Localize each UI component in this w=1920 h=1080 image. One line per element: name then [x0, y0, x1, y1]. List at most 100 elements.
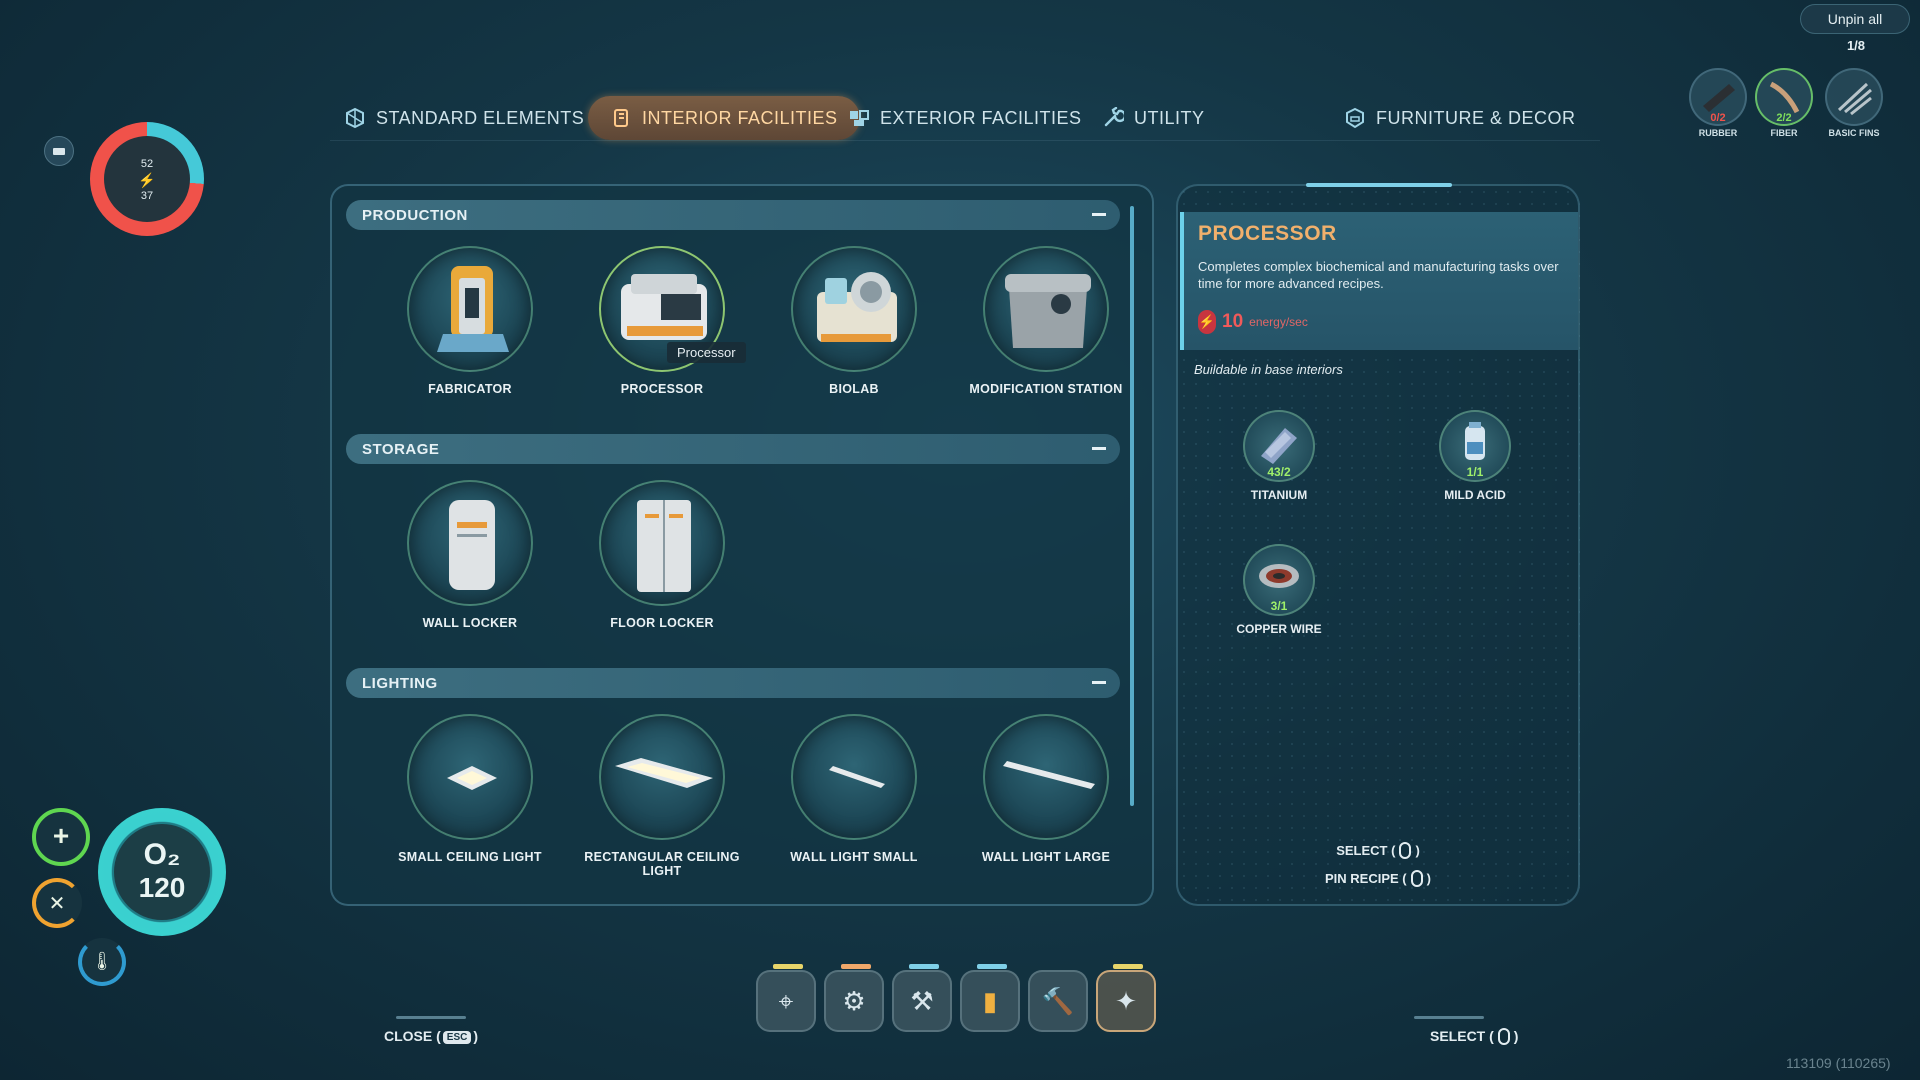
- floor-locker-icon: [599, 480, 725, 606]
- oxygen-gauge: O₂ 120: [98, 808, 226, 936]
- ingredient-name: MILD ACID: [1444, 488, 1506, 502]
- standard-elements-icon: [344, 107, 366, 129]
- food-icon: ✕: [32, 878, 82, 928]
- rubber-icon: 0/2: [1689, 68, 1747, 126]
- hotbar-slot-hammer[interactable]: 🔨: [1028, 970, 1088, 1032]
- close-tick: [396, 1016, 466, 1019]
- hotbar-slot-battery[interactable]: ▮: [960, 964, 1020, 1032]
- biolab-icon: [791, 246, 917, 372]
- recipe-label: PROCESSOR: [620, 382, 704, 396]
- recipe-fabricator[interactable]: FABRICATOR: [375, 246, 565, 396]
- small-ceiling-light-icon: [407, 714, 533, 840]
- pinned-name: RUBBER: [1698, 128, 1738, 138]
- section-title: LIGHTING: [362, 674, 438, 692]
- tab-divider: [330, 140, 1600, 141]
- mild-acid-icon: 1/1: [1439, 410, 1511, 482]
- energy-value: 10: [1222, 311, 1244, 332]
- category-tabs: STANDARD ELEMENTS INTERIOR FACILITIES EX…: [330, 92, 1600, 142]
- energy-icon: ⚡: [138, 172, 156, 188]
- tab-label: STANDARD ELEMENTS: [376, 107, 585, 128]
- oxygen-value: 120: [138, 872, 186, 903]
- ingredient-copper-wire: 3/1 COPPER WIRE: [1224, 544, 1334, 636]
- recipe-small-ceiling-light[interactable]: SMALL CEILING LIGHT: [375, 714, 565, 864]
- health-bottom-value: 37: [140, 190, 154, 202]
- select-hint[interactable]: SELECT (): [1178, 842, 1578, 859]
- collapse-icon[interactable]: [1092, 213, 1106, 216]
- health-ring: 52 ⚡ 37: [90, 122, 204, 236]
- select-tick: [1414, 1016, 1484, 1019]
- section-header-storage[interactable]: STORAGE: [346, 434, 1120, 464]
- energy-unit: energy/sec: [1249, 315, 1308, 329]
- scanner-icon: ⌖: [778, 986, 794, 1016]
- pin-recipe-hint[interactable]: PIN RECIPE (): [1178, 870, 1578, 887]
- exterior-facilities-icon: [848, 107, 870, 129]
- close-button[interactable]: CLOSE (ESC): [384, 1028, 478, 1044]
- ingredient-mild-acid: 1/1 MILD ACID: [1420, 410, 1530, 502]
- tab-exterior-facilities[interactable]: EXTERIOR FACILITIES: [848, 96, 1082, 140]
- ingredient-titanium: 43/2 TITANIUM: [1224, 410, 1334, 502]
- processor-icon: Processor: [599, 246, 746, 372]
- hotbar-slot-builder-tool[interactable]: ✦: [1096, 964, 1156, 1032]
- mouse-icon: [1399, 842, 1412, 859]
- recipe-label: RECTANGULAR CEILING LIGHT: [584, 850, 740, 878]
- mouse-icon: [1497, 1028, 1510, 1045]
- recipe-rectangular-ceiling-light[interactable]: RECTANGULAR CEILING LIGHT: [567, 714, 757, 878]
- section-header-production[interactable]: PRODUCTION: [346, 200, 1120, 230]
- tab-furniture-decor[interactable]: FURNITURE & DECOR: [1344, 96, 1576, 140]
- buildable-note: Buildable in base interiors: [1194, 362, 1343, 377]
- fiber-icon: 2/2: [1755, 68, 1813, 126]
- recipe-modification-station[interactable]: MODIFICATION STATION: [951, 246, 1141, 396]
- energy-icon: ⚡: [1198, 310, 1216, 334]
- oxygen-label: O₂: [143, 838, 181, 871]
- recipe-floor-locker[interactable]: FLOOR LOCKER: [567, 480, 757, 630]
- detail-title: PROCESSOR: [1198, 222, 1337, 245]
- pinned-basic-fins[interactable]: BASIC FINS: [1822, 68, 1886, 138]
- collapse-icon[interactable]: [1092, 681, 1106, 684]
- repair-tool-icon: ⚒: [910, 986, 934, 1016]
- interior-facilities-icon: [610, 107, 632, 129]
- pinned-fiber[interactable]: 2/2 FIBER: [1752, 68, 1816, 138]
- hotbar: ⌖ ⚙ ⚒ ▮ 🔨 ✦: [756, 964, 1156, 1038]
- tab-label: UTILITY: [1134, 107, 1205, 128]
- recipe-label: WALL LIGHT SMALL: [790, 850, 918, 864]
- titanium-icon: 43/2: [1243, 410, 1315, 482]
- esc-key-icon: ESC: [442, 1031, 472, 1044]
- ingredient-count: 1/1: [1466, 465, 1484, 479]
- section-title: PRODUCTION: [362, 206, 468, 224]
- collapse-icon[interactable]: [1092, 447, 1106, 450]
- processor-tooltip: Processor: [667, 342, 746, 363]
- tab-utility[interactable]: UTILITY: [1102, 96, 1205, 140]
- build-version: 113109 (110265): [1786, 1055, 1891, 1071]
- section-header-lighting[interactable]: LIGHTING: [346, 668, 1120, 698]
- pinned-name: FIBER: [1770, 128, 1798, 138]
- recipe-label: FLOOR LOCKER: [610, 616, 714, 630]
- recipe-wall-light-small[interactable]: WALL LIGHT SMALL: [759, 714, 949, 864]
- hotbar-slot-drill[interactable]: ⚙: [824, 964, 884, 1032]
- pinned-qty: 2/2: [1776, 112, 1792, 124]
- pinned-rubber[interactable]: 0/2 RUBBER: [1686, 68, 1750, 138]
- recipe-list-panel: PRODUCTION FABRICATOR Processor PROCESSO…: [330, 184, 1154, 906]
- hammer-icon: 🔨: [1041, 986, 1075, 1016]
- tab-interior-facilities[interactable]: INTERIOR FACILITIES: [588, 96, 860, 140]
- recipe-biolab[interactable]: BIOLAB: [759, 246, 949, 396]
- tab-label: EXTERIOR FACILITIES: [880, 107, 1082, 128]
- pinned-qty: 0/2: [1710, 112, 1726, 124]
- select-button[interactable]: SELECT (): [1430, 1028, 1518, 1045]
- recipe-wall-locker[interactable]: WALL LOCKER: [375, 480, 565, 630]
- recipe-processor[interactable]: Processor PROCESSOR: [567, 246, 757, 396]
- hotbar-slot-scanner[interactable]: ⌖: [756, 964, 816, 1032]
- unpin-all-button[interactable]: Unpin all: [1800, 4, 1910, 34]
- ingredient-name: COPPER WIRE: [1236, 622, 1322, 636]
- ingredient-count: 3/1: [1270, 599, 1288, 613]
- ingredient-count: 43/2: [1267, 465, 1291, 479]
- hotbar-slot-repair-tool[interactable]: ⚒: [892, 964, 952, 1032]
- recipe-wall-light-large[interactable]: WALL LIGHT LARGE: [951, 714, 1141, 864]
- tab-label: INTERIOR FACILITIES: [642, 107, 838, 128]
- tab-standard-elements[interactable]: STANDARD ELEMENTS: [344, 96, 584, 140]
- fabricator-icon: [407, 246, 533, 372]
- recipe-label: FABRICATOR: [428, 382, 512, 396]
- pinned-count: 1/8: [1846, 38, 1866, 53]
- battery-indicator: [44, 136, 74, 166]
- furniture-icon: [1344, 107, 1366, 129]
- health-ring-inner: 52 ⚡ 37: [104, 136, 190, 222]
